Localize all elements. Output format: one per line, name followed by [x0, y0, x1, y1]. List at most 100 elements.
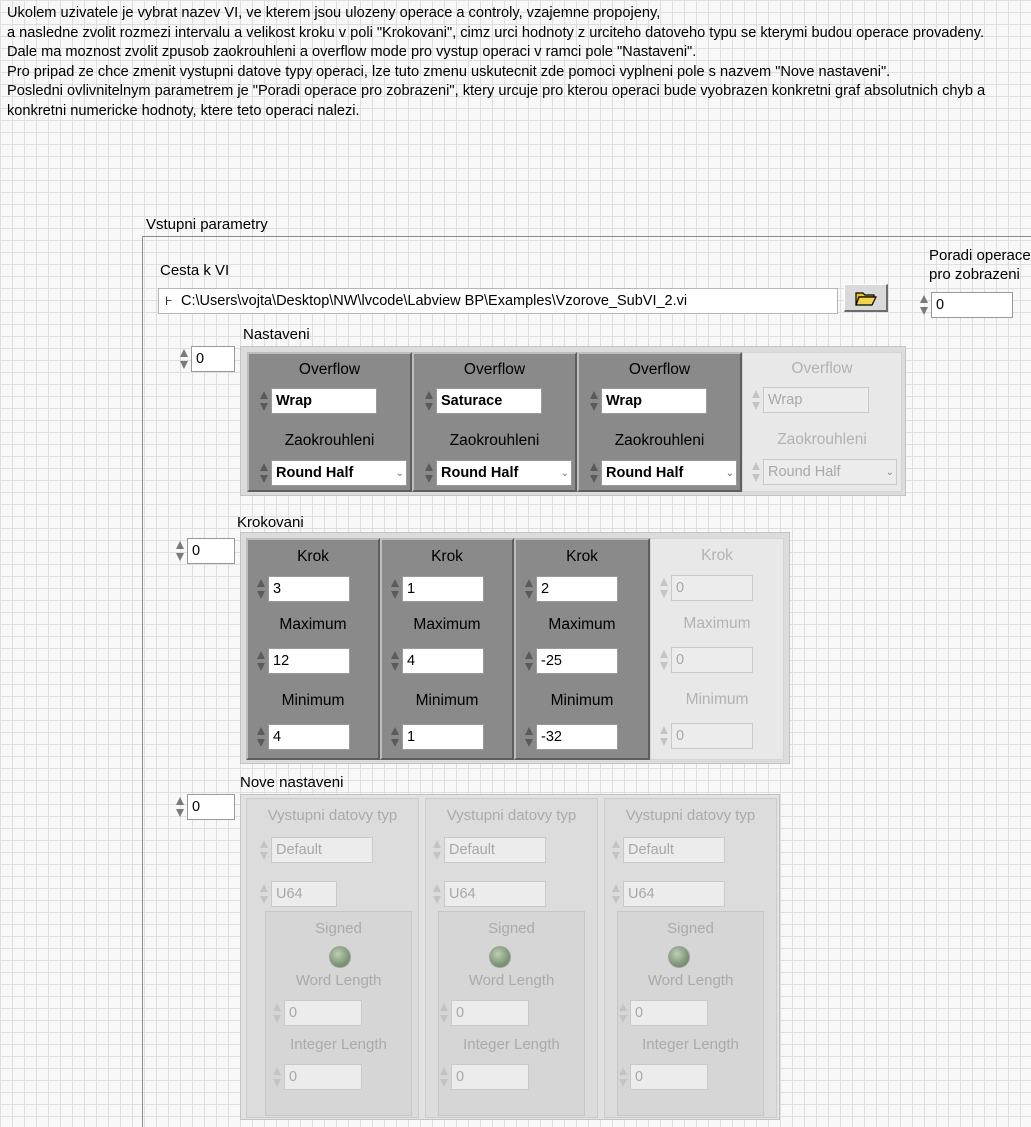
zaokrouhleni-ring[interactable]: Round Half ⌄	[422, 460, 572, 486]
minimum-input[interactable]: 1	[388, 724, 484, 750]
zaokrouhleni-ring[interactable]: Round Half ⌄	[257, 460, 407, 486]
zaokrouhleni-value[interactable]: Round Half ⌄	[271, 460, 407, 486]
krok-input[interactable]: 1	[388, 576, 484, 602]
spin-arrows-icon[interactable]	[587, 460, 601, 486]
spin-arrows-icon[interactable]	[388, 576, 402, 602]
poradi-label: Poradi operace pro zobrazeni	[929, 246, 1031, 284]
spin-arrows-icon[interactable]	[587, 388, 601, 414]
integer-length-label: Integer Length	[463, 1036, 560, 1053]
minimum-value[interactable]: -32	[536, 724, 618, 750]
maximum-input[interactable]: -25	[522, 648, 618, 674]
maximum-input[interactable]: 4	[388, 648, 484, 674]
maximum-value[interactable]: 12	[268, 648, 350, 674]
minimum-value[interactable]: 4	[268, 724, 350, 750]
poradi-input[interactable]: 0	[917, 292, 1013, 318]
krok-value[interactable]: 1	[402, 576, 484, 602]
dropdown-arrow-icon: ⌄	[725, 467, 734, 479]
spin-arrows-icon	[657, 723, 671, 749]
spin-arrows-icon[interactable]	[254, 648, 268, 674]
spin-arrows-icon[interactable]	[254, 724, 268, 750]
krok-input[interactable]: 2	[522, 576, 618, 602]
overflow-label: Overflow	[628, 361, 691, 378]
spin-arrows-icon[interactable]	[917, 292, 931, 318]
folder-open-icon	[854, 291, 877, 306]
nastaveni-element-3: Overflow Wrap Zaokrouhleni Round Half ⌄	[742, 352, 902, 492]
signed-label: Signed	[315, 920, 362, 937]
overflow-value[interactable]: Saturace	[436, 388, 542, 414]
spin-arrows-icon[interactable]	[388, 724, 402, 750]
spin-arrows-icon[interactable]	[173, 794, 187, 820]
word-length-value: 0	[451, 1000, 529, 1026]
minimum-input[interactable]: 4	[254, 724, 350, 750]
minimum-input[interactable]: -32	[522, 724, 618, 750]
maximum-value: 0	[671, 647, 753, 673]
spin-arrows-icon[interactable]	[422, 460, 436, 486]
nove-nastaveni-index-value[interactable]: 0	[187, 794, 235, 820]
krok-value[interactable]: 2	[536, 576, 618, 602]
krokovani-index-value[interactable]: 0	[187, 538, 235, 564]
spin-arrows-icon[interactable]	[522, 576, 536, 602]
typ-label: Vystupni datovy typ	[267, 807, 398, 824]
spin-arrows-icon	[616, 1064, 630, 1090]
overflow-ring[interactable]: Wrap	[587, 388, 707, 414]
spin-arrows-icon	[616, 1000, 630, 1026]
overflow-value[interactable]: Wrap	[601, 388, 707, 414]
nove-nastaveni-index[interactable]: 0	[173, 794, 235, 820]
krok-value: 0	[671, 575, 753, 601]
path-field[interactable]: Ⱶ C:\Users\vojta\Desktop\NW\lvcode\Labvi…	[158, 288, 838, 314]
spin-arrows-icon	[257, 881, 271, 907]
zaokrouhleni-value[interactable]: Round Half ⌄	[436, 460, 572, 486]
browse-button[interactable]	[844, 284, 888, 312]
krok-input[interactable]: 3	[254, 576, 350, 602]
zaokrouhleni-label: Zaokrouhleni	[284, 432, 375, 449]
maximum-value[interactable]: -25	[536, 648, 618, 674]
spin-arrows-icon[interactable]	[522, 648, 536, 674]
rep-value: U64	[444, 881, 546, 907]
spin-arrows-icon	[437, 1000, 451, 1026]
zaokrouhleni-label: Zaokrouhleni	[614, 432, 705, 449]
spin-arrows-icon	[749, 387, 763, 413]
cesta-label: Cesta k VI	[160, 262, 230, 279]
typ-label: Vystupni datovy typ	[446, 807, 577, 824]
spin-arrows-icon[interactable]	[522, 724, 536, 750]
krok-value[interactable]: 3	[268, 576, 350, 602]
minimum-label: Minimum	[415, 692, 479, 709]
nastaveni-index-value[interactable]: 0	[191, 346, 235, 372]
overflow-ring[interactable]: Wrap	[257, 388, 377, 414]
overflow-value[interactable]: Wrap	[271, 388, 377, 414]
krokovani-index[interactable]: 0	[173, 538, 235, 564]
spin-arrows-icon[interactable]	[173, 538, 187, 564]
typ-label: Vystupni datovy typ	[625, 807, 756, 824]
zaokrouhleni-ring[interactable]: Round Half ⌄	[587, 460, 737, 486]
word-length-value: 0	[284, 1000, 362, 1026]
signed-label: Signed	[488, 920, 535, 937]
spin-arrows-icon	[657, 647, 671, 673]
overflow-value: Wrap	[763, 387, 869, 413]
signed-label: Signed	[667, 920, 714, 937]
poradi-value[interactable]: 0	[931, 292, 1013, 318]
spin-arrows-icon[interactable]	[257, 460, 271, 486]
overflow-ring[interactable]: Saturace	[422, 388, 542, 414]
nastaveni-index[interactable]: 0	[177, 346, 235, 372]
fixed-point-cluster: Signed Word Length 0 Integer Length 0	[617, 911, 764, 1116]
spin-arrows-icon[interactable]	[177, 346, 191, 372]
spin-arrows-icon[interactable]	[257, 388, 271, 414]
word-length-value: 0	[630, 1000, 708, 1026]
path-value: C:\Users\vojta\Desktop\NW\lvcode\Labview…	[181, 293, 688, 309]
spin-arrows-icon[interactable]	[422, 388, 436, 414]
maximum-input[interactable]: 12	[254, 648, 350, 674]
nove-nastaveni-element-1: Vystupni datovy typ Default U64 Signed W…	[425, 798, 598, 1118]
spin-arrows-icon	[749, 459, 763, 485]
led-icon	[489, 946, 511, 968]
maximum-label: Maximum	[279, 616, 347, 633]
integer-length-label: Integer Length	[290, 1036, 387, 1053]
word-length-label: Word Length	[295, 972, 382, 989]
minimum-label: Minimum	[281, 692, 345, 709]
zaokrouhleni-value[interactable]: Round Half ⌄	[601, 460, 737, 486]
zaokrouhleni-text: Round Half	[606, 465, 684, 481]
minimum-value[interactable]: 1	[402, 724, 484, 750]
spin-arrows-icon	[657, 575, 671, 601]
spin-arrows-icon[interactable]	[254, 576, 268, 602]
spin-arrows-icon[interactable]	[388, 648, 402, 674]
maximum-value[interactable]: 4	[402, 648, 484, 674]
